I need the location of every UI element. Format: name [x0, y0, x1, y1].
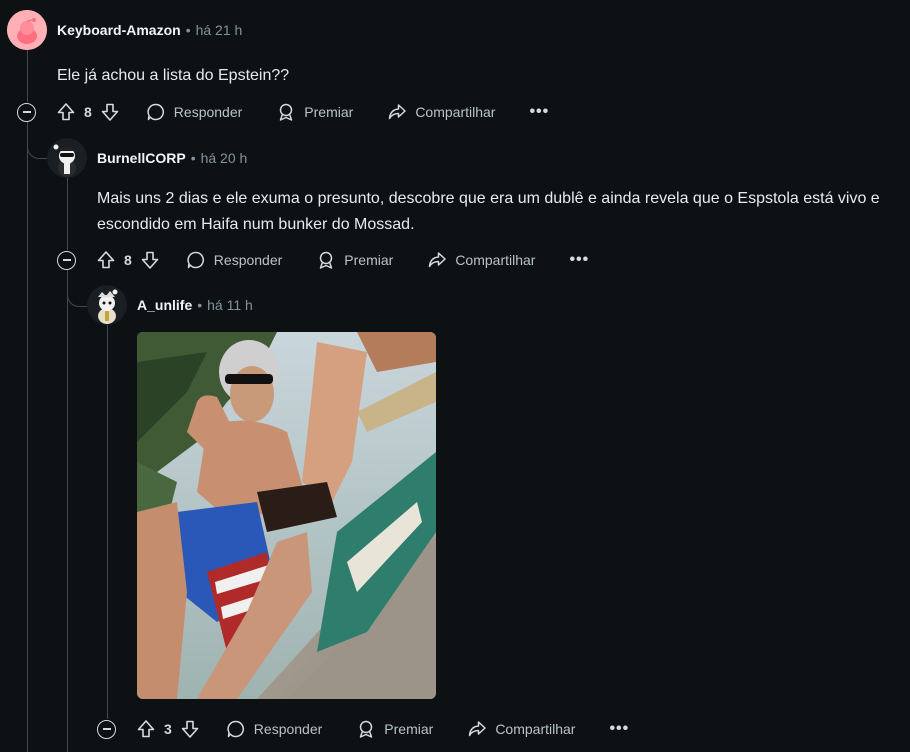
more-options-icon[interactable]: ••• [529, 103, 549, 121]
vote-group: 8 [96, 250, 160, 270]
separator: • [197, 297, 203, 313]
thread-line-1 [27, 50, 28, 102]
reply-button[interactable]: Responder [226, 719, 323, 739]
collapse-icon [62, 259, 71, 261]
share-button[interactable]: Compartilhar [427, 250, 535, 270]
separator: • [185, 22, 191, 38]
reply-button[interactable]: Responder [186, 250, 283, 270]
author-name[interactable]: BurnellCORP [97, 150, 186, 166]
upvote-icon[interactable] [56, 102, 76, 122]
snoo-avatar-icon [47, 138, 87, 178]
vote-count: 8 [124, 252, 132, 268]
thread-line-2 [67, 178, 68, 250]
share-label: Compartilhar [415, 104, 496, 120]
timestamp[interactable]: há 11 h [207, 297, 253, 313]
thread-line-2b [67, 270, 68, 752]
award-label: Premiar [384, 721, 434, 737]
award-icon [280, 103, 293, 121]
beach-photo-image [137, 332, 436, 699]
upvote-icon[interactable] [136, 719, 156, 739]
vote-group: 8 [56, 102, 120, 122]
reply-label: Responder [173, 104, 243, 120]
reply-icon [227, 720, 244, 738]
comment-header: A_unlife • há 11 h [137, 297, 253, 313]
reply-label: Responder [213, 252, 283, 268]
author-name[interactable]: Keyboard-Amazon [57, 22, 181, 38]
thread-line-3 [107, 325, 108, 719]
downvote-icon[interactable] [140, 250, 160, 270]
snoo-avatar-icon [7, 10, 47, 50]
comment-actions: 8 Responder Premiar Compartilhar ••• [17, 97, 549, 127]
comment-actions: 3 Responder Premiar Compartilhar ••• [97, 714, 629, 744]
reply-icon [147, 103, 164, 121]
downvote-icon[interactable] [180, 719, 200, 739]
share-button[interactable]: Compartilhar [387, 102, 495, 122]
collapse-icon [22, 111, 31, 113]
timestamp[interactable]: há 20 h [201, 150, 248, 166]
separator: • [190, 150, 196, 166]
timestamp[interactable]: há 21 h [196, 22, 243, 38]
thread-elbow-3 [67, 270, 88, 307]
award-button[interactable]: Premiar [316, 250, 393, 270]
more-options-icon[interactable]: ••• [609, 720, 629, 738]
comment-body: Mais uns 2 dias e ele exuma o presunto, … [97, 190, 880, 233]
upvote-icon[interactable] [96, 250, 116, 270]
downvote-icon[interactable] [100, 102, 120, 122]
award-icon [360, 720, 373, 738]
comment-actions: 8 Responder Premiar Compartilhar ••• [57, 245, 589, 275]
vote-group: 3 [136, 719, 200, 739]
reply-label: Responder [253, 721, 323, 737]
share-icon [429, 252, 447, 268]
award-button[interactable]: Premiar [356, 719, 433, 739]
vote-count: 3 [164, 721, 172, 737]
collapse-icon [102, 728, 111, 730]
collapse-button[interactable] [17, 102, 36, 122]
avatar[interactable] [47, 138, 87, 178]
vote-count: 8 [84, 104, 92, 120]
share-label: Compartilhar [455, 252, 536, 268]
author-name[interactable]: A_unlife [137, 297, 192, 313]
reply-icon [187, 251, 204, 269]
comment-body: Ele já achou a lista do Epstein?? [57, 67, 290, 84]
share-button[interactable]: Compartilhar [467, 719, 575, 739]
comment-image[interactable] [137, 332, 436, 699]
reply-button[interactable]: Responder [146, 102, 243, 122]
snoo-avatar-icon [87, 285, 127, 325]
collapse-button[interactable] [97, 719, 116, 739]
share-label: Compartilhar [495, 721, 576, 737]
award-label: Premiar [344, 252, 394, 268]
avatar[interactable] [7, 10, 47, 50]
comment-header: Keyboard-Amazon • há 21 h [57, 22, 242, 38]
collapse-button[interactable] [57, 250, 76, 270]
more-options-icon[interactable]: ••• [569, 251, 589, 269]
award-button[interactable]: Premiar [276, 102, 353, 122]
award-label: Premiar [304, 104, 354, 120]
avatar[interactable] [87, 285, 127, 325]
thread-line-1b [27, 122, 28, 752]
comment-header: BurnellCORP • há 20 h [97, 150, 247, 166]
share-icon [469, 721, 487, 737]
share-icon [389, 104, 407, 120]
thread-elbow-2 [27, 122, 48, 159]
award-icon [320, 251, 333, 269]
